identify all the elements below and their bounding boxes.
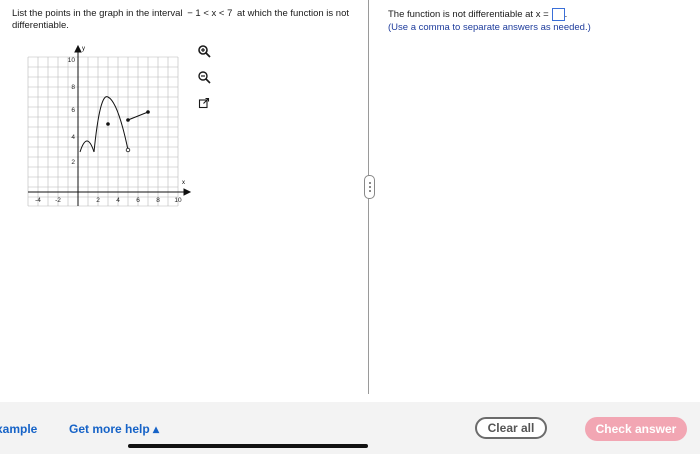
answer-panel: The function is not differentiable at x … — [388, 8, 688, 34]
graph-tools — [195, 42, 215, 120]
question-prompt: List the points in the graph in the inte… — [12, 8, 357, 32]
zoom-out-button[interactable] — [195, 68, 213, 86]
period: . — [564, 9, 568, 20]
external-link-icon — [198, 97, 210, 109]
filled-point — [146, 110, 150, 114]
view-example-link[interactable]: xample — [0, 422, 37, 436]
interval-text: − 1 < x < 7 — [187, 8, 233, 19]
x-tick-label: -4 — [35, 197, 41, 204]
zoom-in-icon — [198, 45, 211, 58]
x-tick-labels: -4 -2 2 4 6 8 10 — [35, 197, 182, 204]
function-graph: x y -4 -2 2 4 6 8 10 10 8 6 4 2 — [27, 44, 192, 207]
y-tick-label: 6 — [71, 107, 75, 114]
filled-point — [106, 122, 110, 126]
popout-button[interactable] — [195, 94, 213, 112]
y-tick-labels: 10 8 6 4 2 — [68, 57, 76, 166]
x-axis-label: x — [182, 180, 185, 186]
y-axis-label: y — [82, 46, 85, 52]
answer-hint: (Use a comma to separate answers as need… — [388, 22, 591, 33]
home-indicator — [128, 444, 368, 448]
x-tick-label: -2 — [55, 197, 61, 204]
prompt-text-1: List the points in the graph in the inte… — [12, 8, 183, 19]
check-answer-button[interactable]: Check answer — [585, 417, 687, 441]
answer-statement: The function is not differentiable at x … — [388, 9, 549, 20]
axes — [28, 44, 192, 206]
zoom-out-icon — [198, 71, 211, 84]
filled-point — [126, 118, 130, 122]
question-panel: List the points in the graph in the inte… — [0, 0, 368, 400]
x-tick-label: 8 — [156, 197, 160, 204]
y-tick-label: 10 — [68, 57, 76, 64]
y-tick-label: 2 — [71, 159, 75, 166]
answer-input[interactable] — [551, 8, 565, 21]
clear-all-button[interactable]: Clear all — [475, 417, 547, 439]
y-tick-label: 8 — [71, 84, 75, 91]
get-more-help-link[interactable]: Get more help ▴ — [69, 422, 159, 436]
x-tick-label: 10 — [174, 197, 182, 204]
divider-drag-handle[interactable] — [364, 175, 375, 199]
y-tick-label: 4 — [71, 134, 75, 141]
x-tick-label: 6 — [136, 197, 140, 204]
zoom-in-button[interactable] — [195, 42, 213, 60]
open-point — [125, 147, 131, 153]
answer-line: The function is not differentiable at x … — [388, 8, 688, 21]
x-tick-label: 4 — [116, 197, 120, 204]
grid-lines — [27, 56, 179, 207]
x-tick-label: 2 — [96, 197, 100, 204]
